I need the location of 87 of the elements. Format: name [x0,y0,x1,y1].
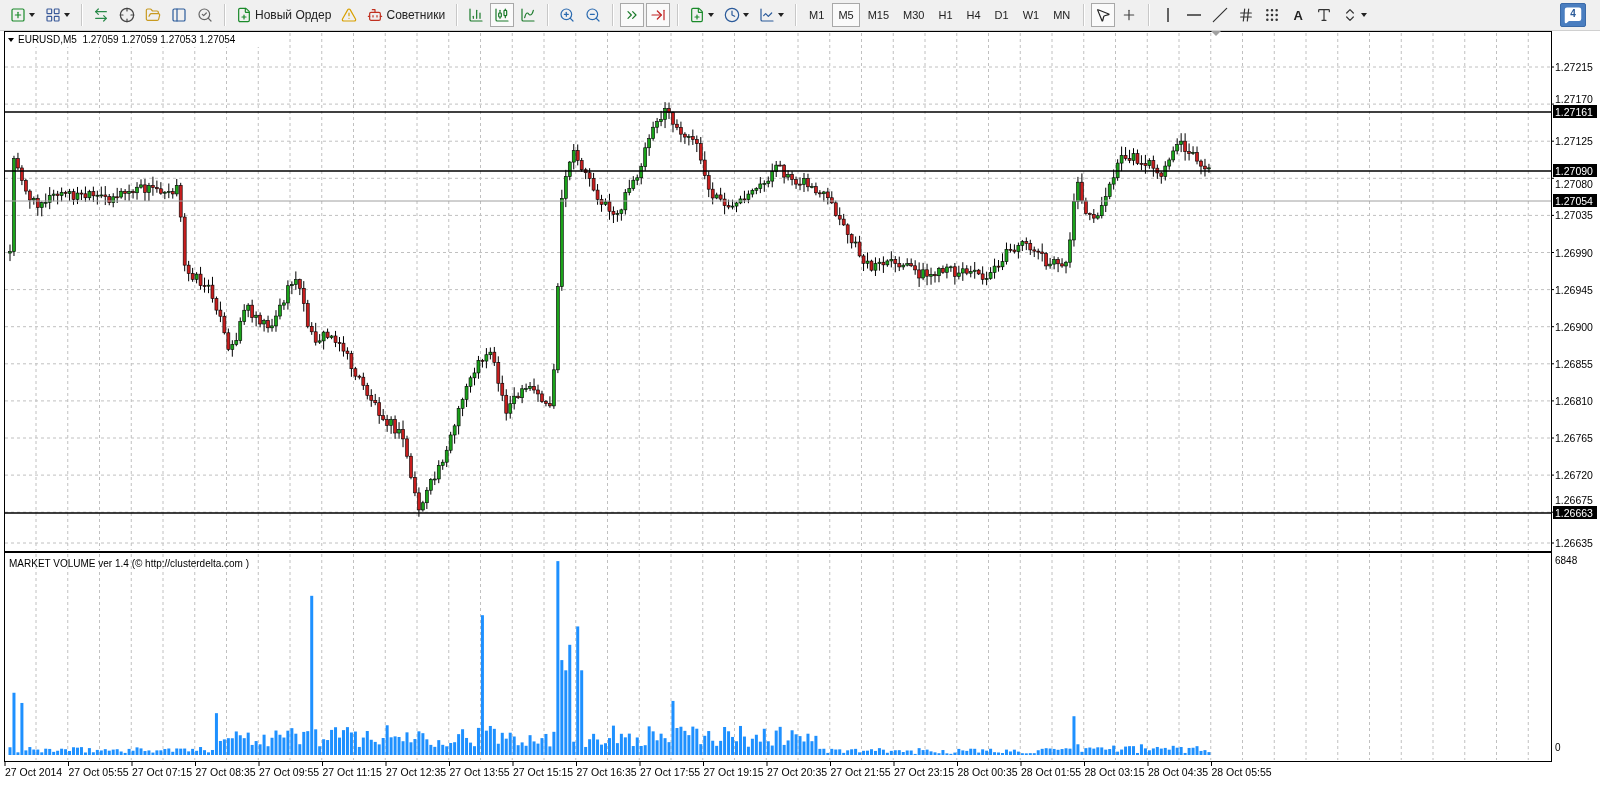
time-axis-label: 27 Oct 05:55 [68,766,129,778]
cursor-button[interactable] [1091,3,1116,27]
time-axis-label: 27 Oct 11:15 [322,766,382,778]
zoom-out-icon [585,7,602,23]
robot-icon [367,7,384,23]
cursor-icon [1095,7,1112,23]
price-axis-label: 1.27215 [1555,61,1593,73]
chart-shift-button[interactable] [646,3,671,27]
arrow-to-line-icon [650,7,667,23]
panel-icon [171,7,187,23]
price-axis-label: 1.26900 [1555,320,1593,333]
toolbar-button[interactable]: Новый Ордер [232,3,336,27]
line-chart-icon [520,7,537,23]
price-axis-label: 1.26720 [1555,469,1593,482]
time-axis-label: 27 Oct 09:55 [259,766,320,778]
toolbar-button[interactable]: Советники [363,3,450,27]
price-tag: 1.26663 [1553,506,1597,519]
time-axis-label: 27 Oct 21:55 [830,766,891,778]
timeframe-button[interactable]: M1 [803,3,831,27]
time-axis-label: 27 Oct 12:35 [386,766,447,778]
time-axis-label: 27 Oct 19:15 [703,766,764,778]
time-axis-label: 27 Oct 15:15 [513,766,574,778]
clock-icon [724,7,741,23]
time-axis-label: 27 Oct 16:35 [576,766,637,778]
time-axis-label: 28 Oct 01:55 [1021,766,1082,778]
plus-square-icon [10,7,26,23]
vertical-line-icon [1166,7,1171,23]
folder-icon [145,7,161,23]
time-axis-label: 28 Oct 04:35 [1148,766,1209,778]
warning-icon [341,7,358,23]
candlestick-button[interactable] [490,3,515,27]
chart-title: EURUSD,M5 1.27059 1.27059 1.27053 1.27054 [18,34,236,45]
timeframe-button[interactable]: W1 [1016,3,1046,27]
time-axis-label: 27 Oct 08:35 [195,766,256,778]
time-axis-label: 27 Oct 2014 [5,766,63,778]
price-axis-label: 1.26675 [1555,494,1593,506]
price-axis-label: 1.26945 [1555,283,1593,296]
auto-scroll-button[interactable] [620,3,645,27]
diagonal-line-icon [1212,7,1229,23]
horizontal-line-icon [1187,14,1202,16]
arrows-icon [93,7,109,23]
timeframe-button[interactable]: MN [1047,3,1077,27]
document-plus-icon [236,7,252,23]
document-plus-icon [689,7,706,23]
time-axis-label: 28 Oct 00:35 [957,766,1018,778]
notification-button[interactable]: 4 [1560,3,1586,27]
price-axis-label: 1.27035 [1555,209,1593,222]
crosshair-icon [119,7,135,23]
zoom-in-icon [559,7,576,23]
timeframe-button[interactable]: H4 [960,3,987,27]
timeframe-button[interactable]: M15 [861,3,896,27]
volume-axis-label: 0 [1555,742,1561,753]
candlestick-icon [494,7,511,23]
price-axis-label: 1.26635 [1555,537,1593,549]
time-axis-label: 27 Oct 07:15 [132,766,193,778]
price-tag: 1.27161 [1553,105,1597,118]
price-axis-label: 1.26810 [1555,394,1593,407]
volume-axis-label: 6848 [1555,555,1578,566]
time-axis-label: 28 Oct 03:15 [1084,766,1145,778]
time-axis-label: 27 Oct 20:35 [767,766,828,778]
timeframe-button[interactable]: D1 [988,3,1015,27]
time-axis-label: 28 Oct 05:55 [1211,766,1272,778]
time-axis-label: 27 Oct 13:55 [449,766,510,778]
grid-icon [45,7,61,23]
time-axis-label: 27 Oct 23:15 [894,766,955,778]
chart-icon [759,7,776,23]
price-axis-label: 1.26855 [1555,357,1593,370]
indicator-title: MARKET VOLUME ver 1.4 (© http://clusterdelta.com ) [9,558,250,569]
timeframe-button[interactable]: M5 [832,3,860,27]
timeframe-button[interactable]: H1 [932,3,959,27]
price-axis-label: 1.27170 [1555,93,1593,105]
price-tag: 1.27054 [1553,194,1597,207]
dotted-grid-icon [1264,7,1281,23]
price-tag: 1.27090 [1553,164,1597,177]
text-box-icon [1316,7,1333,23]
price-axis-label: 1.26765 [1555,432,1593,444]
bars-icon [468,7,485,23]
current-price-line[interactable] [4,200,1552,202]
timeframe-button[interactable]: M30 [897,3,931,27]
text-tool-button[interactable]: A [1286,3,1311,27]
time-axis-label: 27 Oct 17:55 [640,766,701,778]
hatched-icon [1238,7,1255,23]
magnifier-icon [197,7,213,23]
price-axis-label: 1.27125 [1555,135,1593,148]
collapse-triangle-icon[interactable] [8,38,14,42]
price-axis-label: 1.27080 [1555,178,1593,190]
price-axis-label: 1.26990 [1555,246,1593,259]
